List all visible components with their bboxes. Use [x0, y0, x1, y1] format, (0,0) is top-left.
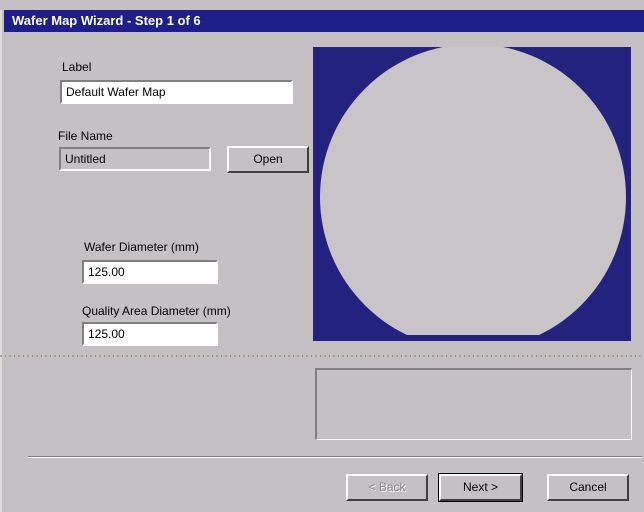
wafer-diameter-input[interactable]: [82, 260, 218, 284]
dotted-divider: [0, 355, 644, 357]
wafer-diameter-caption: Wafer Diameter (mm): [84, 240, 199, 254]
filename-caption: File Name: [58, 129, 113, 143]
title-bar: Wafer Map Wizard - Step 1 of 6: [4, 10, 644, 32]
filename-field: [59, 147, 211, 171]
window-left-edge: [0, 10, 2, 512]
next-button[interactable]: Next >: [438, 473, 523, 502]
wafer-circle: [320, 47, 626, 335]
quality-diameter-caption: Quality Area Diameter (mm): [82, 304, 231, 318]
label-input[interactable]: [60, 80, 293, 104]
back-button[interactable]: < Back: [346, 474, 428, 501]
status-panel: [315, 368, 632, 440]
button-separator: [28, 456, 642, 458]
open-button[interactable]: Open: [227, 146, 309, 173]
wafer-preview: [313, 47, 631, 341]
window-title: Wafer Map Wizard - Step 1 of 6: [12, 13, 201, 28]
cancel-button[interactable]: Cancel: [547, 474, 629, 501]
quality-diameter-input[interactable]: [82, 322, 218, 346]
label-caption: Label: [62, 60, 92, 74]
wafer-preview-svg: [320, 47, 626, 335]
